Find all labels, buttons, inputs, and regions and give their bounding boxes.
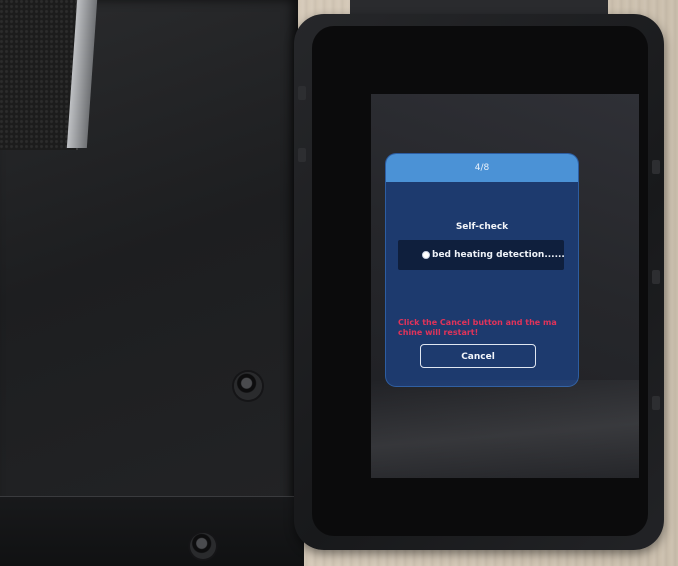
case-clip	[298, 86, 306, 100]
dialog-title: Self-check	[455, 222, 509, 232]
warning-line: Click the Cancel button and the ma	[398, 318, 557, 327]
cancel-button[interactable]: Cancel	[420, 344, 536, 368]
screw-icon	[234, 372, 262, 400]
case-clip	[652, 270, 660, 284]
printer-base-edge	[0, 496, 304, 566]
photo-scene: 4/8 Self-check bed heating detection....…	[0, 0, 678, 566]
dialog-step-indicator: 4/8	[386, 154, 578, 182]
spinner-icon	[422, 251, 430, 259]
case-clip	[298, 148, 306, 162]
screen-glare	[371, 380, 639, 478]
status-bar: bed heating detection......	[398, 240, 565, 270]
status-text: bed heating detection......	[432, 250, 565, 260]
screw-icon	[190, 533, 216, 559]
case-clip	[652, 160, 660, 174]
restart-warning: Click the Cancel button and the ma chine…	[398, 318, 568, 338]
self-check-dialog: 4/8 Self-check bed heating detection....…	[386, 154, 578, 386]
printer-sponge-pad	[0, 0, 78, 150]
case-clip	[652, 396, 660, 410]
warning-line: chine will restart!	[398, 328, 479, 337]
